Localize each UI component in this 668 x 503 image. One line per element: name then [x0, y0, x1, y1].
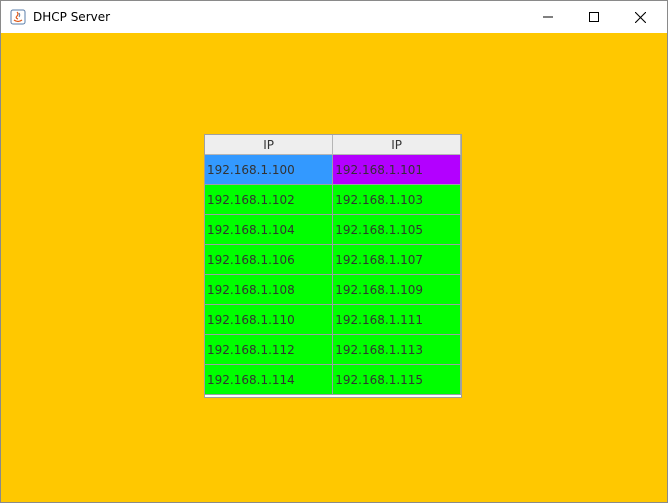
ip-cell[interactable]: 192.168.1.108 — [205, 274, 334, 305]
minimize-icon — [543, 16, 553, 18]
table-row[interactable]: 192.168.1.108 192.168.1.109 — [205, 274, 461, 305]
maximize-button[interactable] — [571, 1, 617, 33]
table-row[interactable]: 192.168.1.100 192.168.1.101 — [205, 154, 461, 185]
table-row[interactable]: 192.168.1.102 192.168.1.103 — [205, 184, 461, 215]
dhcp-server-window: DHCP Server IP IP 192.168.1.100 192.168.… — [0, 0, 668, 503]
column-header-ip-2[interactable]: IP — [332, 135, 461, 155]
ip-table-panel: IP IP 192.168.1.100 192.168.1.101 192.16… — [204, 134, 462, 398]
ip-cell[interactable]: 192.168.1.110 — [205, 304, 334, 335]
ip-cell[interactable]: 192.168.1.102 — [205, 184, 334, 215]
ip-cell[interactable]: 192.168.1.112 — [205, 334, 334, 365]
ip-cell[interactable]: 192.168.1.111 — [332, 304, 461, 335]
table-row[interactable]: 192.168.1.110 192.168.1.111 — [205, 304, 461, 335]
close-button[interactable] — [617, 1, 663, 33]
ip-cell[interactable]: 192.168.1.105 — [332, 214, 461, 245]
table-row[interactable]: 192.168.1.106 192.168.1.107 — [205, 244, 461, 275]
table-row[interactable]: 192.168.1.104 192.168.1.105 — [205, 214, 461, 245]
window-title: DHCP Server — [33, 10, 111, 24]
java-app-icon — [10, 9, 26, 25]
ip-cell[interactable]: 192.168.1.109 — [332, 274, 461, 305]
ip-cell[interactable]: 192.168.1.115 — [332, 364, 461, 395]
title-bar[interactable]: DHCP Server — [1, 1, 667, 33]
ip-table: IP IP 192.168.1.100 192.168.1.101 192.16… — [205, 135, 461, 395]
content-pane: IP IP 192.168.1.100 192.168.1.101 192.16… — [1, 33, 667, 502]
table-header-row: IP IP — [205, 135, 461, 155]
ip-cell[interactable]: 192.168.1.106 — [205, 244, 334, 275]
ip-cell[interactable]: 192.168.1.104 — [205, 214, 334, 245]
table-row[interactable]: 192.168.1.112 192.168.1.113 — [205, 334, 461, 365]
column-header-ip-1[interactable]: IP — [205, 135, 334, 155]
ip-cell[interactable]: 192.168.1.100 — [205, 154, 334, 185]
ip-cell[interactable]: 192.168.1.107 — [332, 244, 461, 275]
table-row[interactable]: 192.168.1.114 192.168.1.115 — [205, 364, 461, 395]
ip-cell[interactable]: 192.168.1.103 — [332, 184, 461, 215]
maximize-icon — [589, 12, 599, 22]
ip-cell[interactable]: 192.168.1.101 — [332, 154, 461, 185]
minimize-button[interactable] — [525, 1, 571, 33]
close-icon — [634, 11, 646, 23]
ip-cell[interactable]: 192.168.1.114 — [205, 364, 334, 395]
ip-cell[interactable]: 192.168.1.113 — [332, 334, 461, 365]
